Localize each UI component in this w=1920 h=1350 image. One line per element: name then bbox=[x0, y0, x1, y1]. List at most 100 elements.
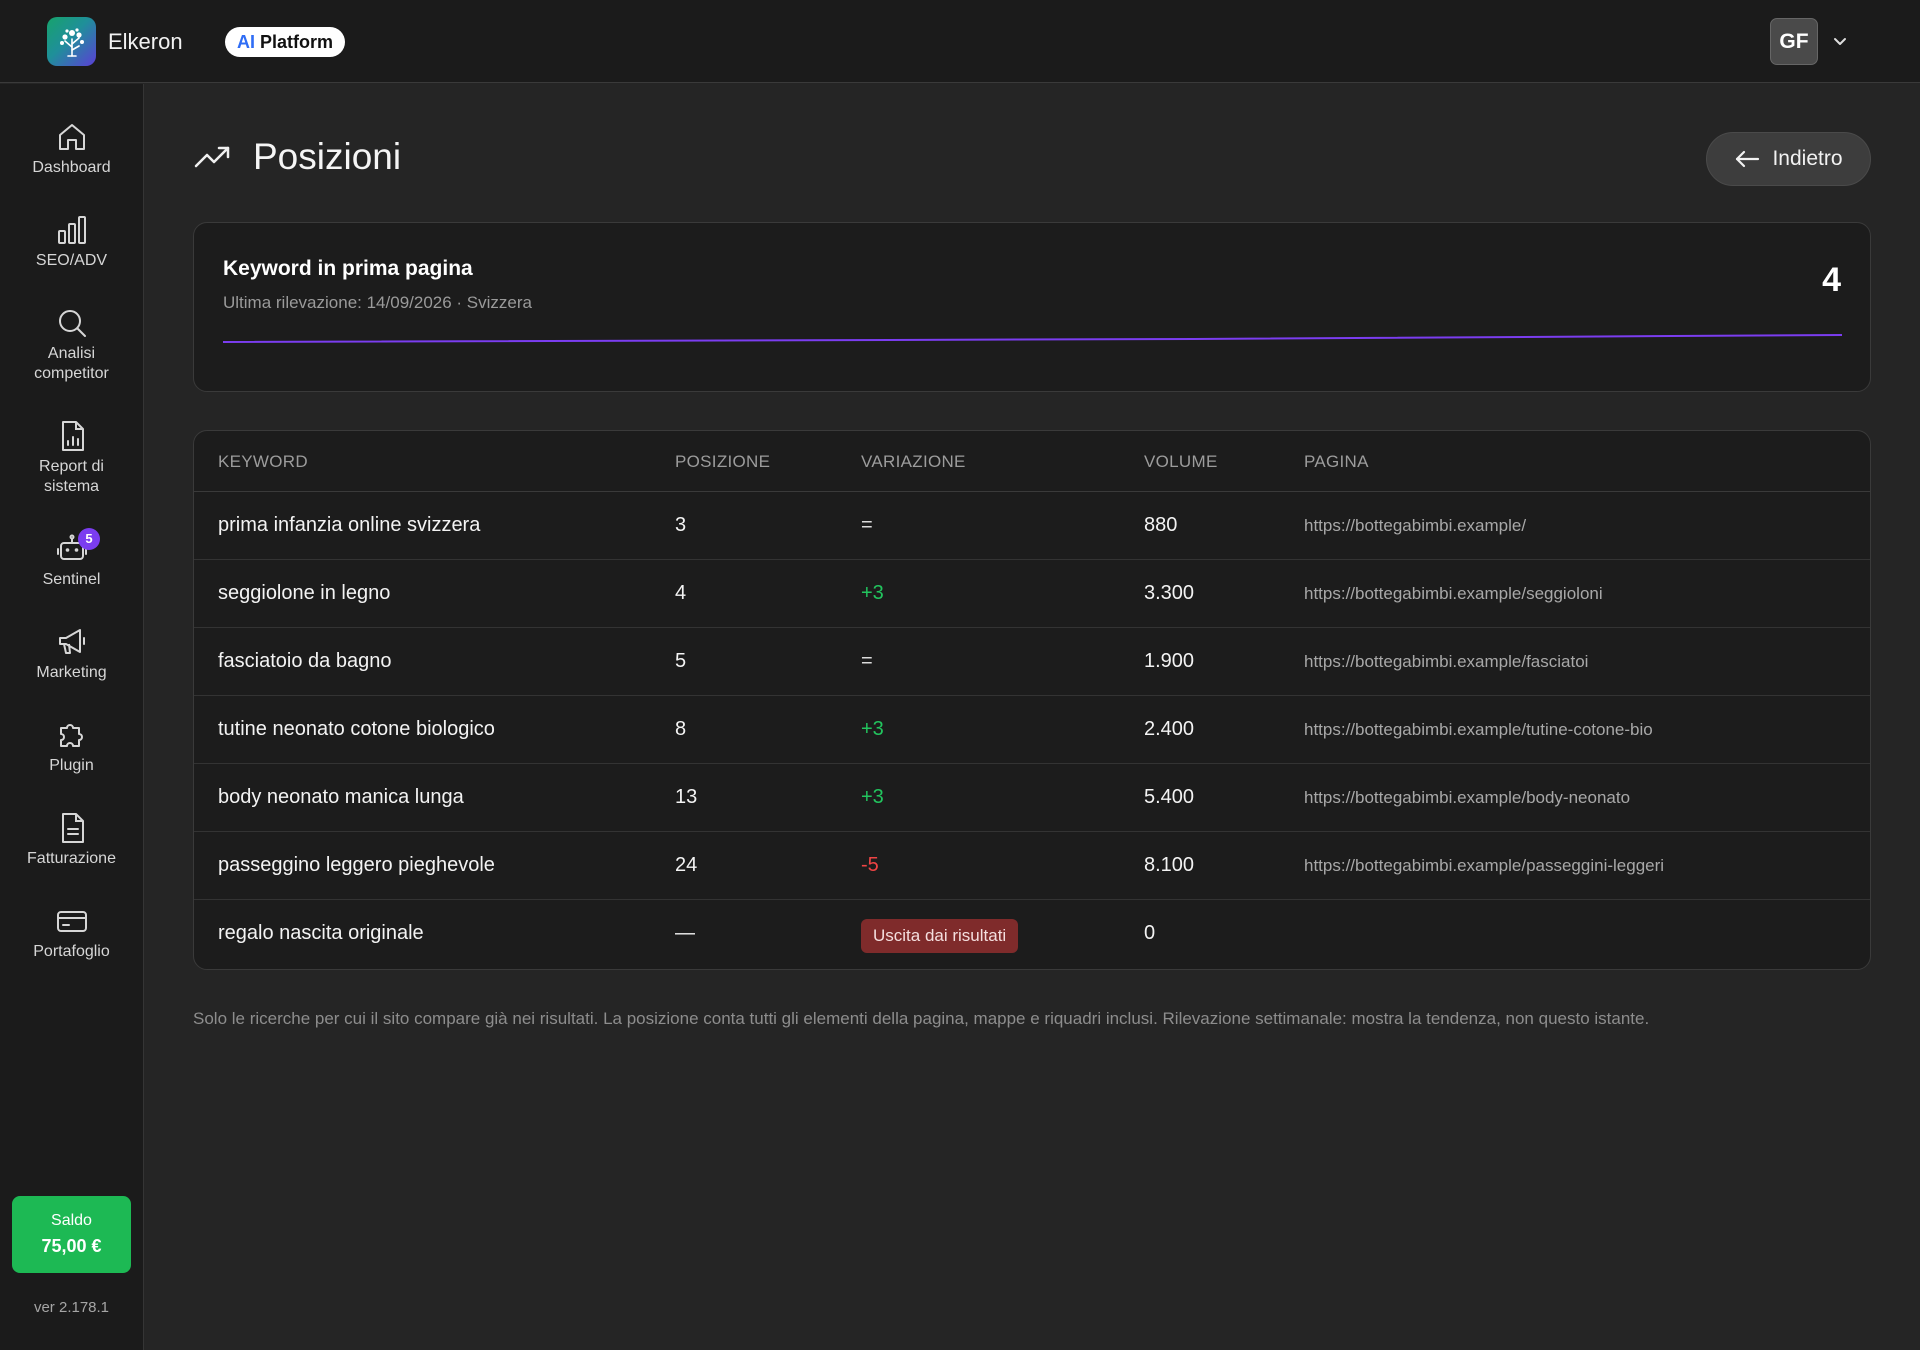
column-header-volume[interactable]: VOLUME bbox=[1144, 452, 1218, 472]
ai-platform-badge: AI Platform bbox=[225, 27, 346, 57]
tree-logo-icon bbox=[59, 27, 84, 57]
volume-cell: 1.900 bbox=[1144, 650, 1195, 672]
saldo-balance-button[interactable]: Saldo 75,00 € bbox=[12, 1196, 131, 1273]
volume-cell: 5.400 bbox=[1144, 786, 1195, 808]
page-url-link[interactable]: https://bottegabimbi.example/tutine-coto… bbox=[1304, 720, 1653, 740]
ai-platform-badge-label: Platform bbox=[260, 31, 334, 52]
page-url-link[interactable]: https://bottegabimbi.example/body-neonat… bbox=[1304, 788, 1630, 808]
sidebar-item-label: Fatturazione bbox=[27, 850, 116, 867]
megaphone-icon bbox=[58, 629, 85, 654]
page-url-link[interactable]: https://bottegabimbi.example/passeggini-… bbox=[1304, 856, 1664, 876]
keyword-cell: fasciatoio da bagno bbox=[218, 650, 392, 672]
volume-cell: 0 bbox=[1144, 922, 1156, 944]
keyword-cell: passeggino leggero pieghevole bbox=[218, 854, 495, 876]
variation-cell: +3 bbox=[861, 582, 884, 604]
user-avatar[interactable]: GF bbox=[1770, 18, 1818, 65]
table-row[interactable]: tutine neonato cotone biologico 8 +3 2.4… bbox=[194, 696, 1870, 764]
sidebar-item-label: SEO/ADV bbox=[35, 252, 108, 269]
sidebar-item-fatturazione[interactable]: Fatturazione bbox=[0, 811, 143, 869]
bar-chart-icon bbox=[57, 216, 86, 244]
position-cell: 4 bbox=[675, 582, 687, 604]
page-url-link[interactable]: https://bottegabimbi.example/ bbox=[1304, 516, 1526, 536]
position-cell: — bbox=[675, 922, 695, 944]
volume-cell: 880 bbox=[1144, 514, 1178, 536]
saldo-value: 75,00 € bbox=[41, 1236, 102, 1256]
logo[interactable] bbox=[47, 17, 96, 66]
table-row[interactable]: seggiolone in legno 4 +3 3.300 https://b… bbox=[194, 560, 1870, 628]
report-icon bbox=[61, 421, 84, 451]
sidebar-item-sentinel[interactable]: 5 Sentinel bbox=[0, 528, 143, 590]
keyword-cell: tutine neonato cotone biologico bbox=[218, 718, 495, 740]
sidebar: Dashboard SEO/ADV Analisi competitor Rep… bbox=[0, 84, 144, 1350]
sidebar-item-plugin[interactable]: Plugin bbox=[0, 718, 143, 776]
sparkline-line bbox=[222, 334, 1843, 343]
back-button-label: Indietro bbox=[1772, 147, 1843, 170]
trending-up-icon bbox=[194, 146, 230, 168]
keyword-cell: seggiolone in legno bbox=[218, 582, 391, 604]
variation-cell: +3 bbox=[861, 718, 884, 740]
first-page-keywords-card: Keyword in prima pagina Ultima rilevazio… bbox=[193, 222, 1871, 392]
positions-table: KEYWORD POSIZIONE VARIAZIONE VOLUME PAGI… bbox=[193, 430, 1871, 970]
invoice-icon bbox=[61, 813, 84, 843]
app-version: ver 2.178.1 bbox=[33, 1299, 110, 1316]
keyword-cell: body neonato manica lunga bbox=[218, 786, 464, 808]
position-cell: 8 bbox=[675, 718, 687, 740]
summary-title: Keyword in prima pagina bbox=[223, 257, 473, 280]
table-row[interactable]: fasciatoio da bagno 5 = 1.900 https://bo… bbox=[194, 628, 1870, 696]
chevron-down-icon[interactable] bbox=[1832, 33, 1848, 49]
sidebar-item-label: Sentinel bbox=[42, 571, 101, 588]
summary-subtitle: Ultima rilevazione: 14/09/2026 · Svizzer… bbox=[223, 293, 532, 312]
top-bar: Elkeron AI Platform GF bbox=[0, 0, 1920, 83]
volume-cell: 3.300 bbox=[1144, 582, 1195, 604]
sidebar-item-label: Portafoglio bbox=[33, 943, 110, 960]
puzzle-icon bbox=[59, 724, 83, 747]
sidebar-item-seo-adv[interactable]: SEO/ADV bbox=[0, 213, 143, 271]
page-header: Posizioni bbox=[193, 136, 401, 178]
search-icon bbox=[58, 310, 86, 337]
position-cell: 5 bbox=[675, 650, 687, 672]
footnote: Solo le ricerche per cui il sito compare… bbox=[193, 1009, 1650, 1028]
home-icon bbox=[58, 124, 85, 150]
sentinel-notification-badge: 5 bbox=[78, 528, 100, 550]
keyword-cell: prima infanzia online svizzera bbox=[218, 514, 481, 536]
position-cell: 24 bbox=[675, 854, 698, 876]
wallet-icon bbox=[56, 911, 87, 932]
keyword-cell: regalo nascita originale bbox=[218, 922, 424, 944]
page-title: Posizioni bbox=[253, 136, 402, 177]
sidebar-item-label: Report di sistema bbox=[39, 458, 104, 495]
app-name: Elkeron bbox=[108, 29, 183, 54]
back-button[interactable]: Indietro bbox=[1706, 132, 1871, 186]
exit-results-badge: Uscita dai risultati bbox=[861, 919, 1019, 953]
variation-cell: = bbox=[861, 514, 873, 536]
table-row[interactable]: passeggino leggero pieghevole 24 -5 8.10… bbox=[194, 832, 1870, 900]
column-header-keyword[interactable]: KEYWORD bbox=[218, 452, 308, 472]
arrow-left-icon bbox=[1736, 150, 1760, 168]
sidebar-item-marketing[interactable]: Marketing bbox=[0, 625, 143, 683]
sidebar-item-label: Dashboard bbox=[32, 159, 111, 176]
sidebar-item-portafoglio[interactable]: Portafoglio bbox=[0, 904, 143, 962]
sidebar-item-report-di-sistema[interactable]: Report di sistema bbox=[0, 419, 143, 497]
sidebar-item-analisi-competitor[interactable]: Analisi competitor bbox=[0, 306, 143, 384]
page-url-link[interactable]: https://bottegabimbi.example/fasciatoi bbox=[1304, 652, 1588, 672]
sidebar-item-label: Analisi competitor bbox=[34, 345, 109, 382]
volume-cell: 2.400 bbox=[1144, 718, 1195, 740]
column-header-pagina[interactable]: PAGINA bbox=[1304, 452, 1369, 472]
sidebar-item-label: Marketing bbox=[36, 664, 107, 681]
saldo-label: Saldo bbox=[51, 1212, 92, 1229]
ai-platform-badge-ai: AI bbox=[237, 31, 255, 52]
table-header: KEYWORD POSIZIONE VARIAZIONE VOLUME PAGI… bbox=[194, 431, 1870, 492]
sidebar-item-label: Plugin bbox=[49, 757, 94, 774]
summary-value: 4 bbox=[1822, 261, 1841, 299]
position-cell: 13 bbox=[675, 786, 698, 808]
variation-cell: +3 bbox=[861, 786, 884, 808]
table-row[interactable]: body neonato manica lunga 13 +3 5.400 ht… bbox=[194, 764, 1870, 832]
page-url-link[interactable]: https://bottegabimbi.example/seggioloni bbox=[1304, 584, 1603, 604]
table-row[interactable]: prima infanzia online svizzera 3 = 880 h… bbox=[194, 492, 1870, 560]
volume-cell: 8.100 bbox=[1144, 854, 1195, 876]
variation-cell: -5 bbox=[861, 854, 879, 876]
table-row[interactable]: regalo nascita originale — Uscita dai ri… bbox=[194, 900, 1870, 969]
position-cell: 3 bbox=[675, 514, 687, 536]
column-header-posizione[interactable]: POSIZIONE bbox=[675, 452, 770, 472]
column-header-variazione[interactable]: VARIAZIONE bbox=[861, 452, 966, 472]
sidebar-item-dashboard[interactable]: Dashboard bbox=[0, 120, 143, 178]
